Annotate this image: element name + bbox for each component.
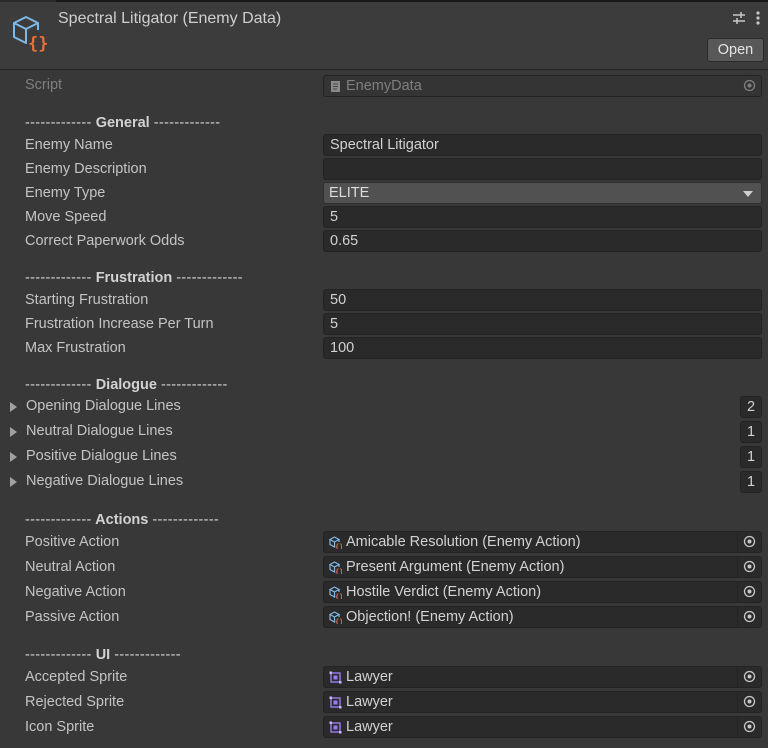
svg-text:{}: {} (335, 593, 342, 599)
section-actions-heading: ------------- Actions ------------- (25, 512, 220, 528)
opening-dialogue-count[interactable]: 2 (740, 396, 762, 418)
negative-action-label: Negative Action (25, 584, 126, 600)
starting-frustration-label: Starting Frustration (25, 292, 149, 308)
negative-dialogue-label[interactable]: Negative Dialogue Lines (26, 473, 183, 489)
object-picker-icon (743, 670, 756, 683)
neutral-dialogue-count[interactable]: 1 (740, 421, 762, 443)
passive-action-label: Passive Action (25, 609, 120, 625)
passive-action-value: Objection! (Enemy Action) (346, 609, 514, 625)
svg-text:{}: {} (335, 568, 342, 574)
positive-action-field[interactable]: {} Amicable Resolution (Enemy Action) (323, 531, 762, 553)
asset-title: Spectral Litigator (Enemy Data) (58, 10, 282, 27)
enemy-name-label: Enemy Name (25, 137, 113, 153)
svg-text:{}: {} (335, 618, 342, 624)
icon-sprite-label: Icon Sprite (25, 719, 95, 735)
script-picker (738, 76, 761, 96)
enemy-type-dropdown[interactable]: ELITE (323, 182, 762, 204)
positive-action-value: Amicable Resolution (Enemy Action) (346, 534, 581, 550)
open-button[interactable]: Open (707, 38, 764, 62)
enemy-name-field[interactable]: Spectral Litigator (323, 134, 762, 156)
rejected-sprite-label: Rejected Sprite (25, 694, 125, 710)
enemy-action-asset-icon: {} (329, 561, 342, 574)
opening-dialogue-label[interactable]: Opening Dialogue Lines (26, 398, 181, 414)
move-speed-field[interactable]: 5 (323, 206, 762, 228)
accepted-sprite-value: Lawyer (346, 669, 393, 685)
svg-text:{}: {} (28, 34, 48, 52)
expand-arrow-icon[interactable] (10, 477, 17, 487)
icon-sprite-value: Lawyer (346, 719, 393, 735)
enemy-type-value: ELITE (329, 185, 370, 201)
passive-action-field[interactable]: {} Objection! (Enemy Action) (323, 606, 762, 628)
enemy-action-asset-icon: {} (329, 536, 342, 549)
object-picker-button[interactable] (737, 582, 761, 602)
accepted-sprite-field[interactable]: Lawyer (323, 666, 762, 688)
section-general-heading: ------------- General ------------- (25, 115, 221, 131)
object-picker-icon (743, 585, 756, 598)
negative-action-field[interactable]: {} Hostile Verdict (Enemy Action) (323, 581, 762, 603)
positive-action-label: Positive Action (25, 534, 120, 550)
section-dialogue-heading: ------------- Dialogue ------------- (25, 377, 228, 393)
svg-text:{}: {} (335, 543, 342, 549)
neutral-action-field[interactable]: {} Present Argument (Enemy Action) (323, 556, 762, 578)
neutral-action-label: Neutral Action (25, 559, 116, 575)
object-picker-icon (743, 79, 756, 92)
kebab-menu-icon[interactable] (753, 10, 763, 26)
object-picker-button[interactable] (737, 667, 761, 687)
max-frustration-field[interactable]: 100 (323, 337, 762, 359)
section-frustration-heading: ------------- Frustration ------------- (25, 270, 243, 286)
neutral-dialogue-label[interactable]: Neutral Dialogue Lines (26, 423, 173, 439)
negative-dialogue-count[interactable]: 1 (740, 471, 762, 493)
script-value: EnemyData (346, 78, 422, 94)
enemy-description-field[interactable] (323, 158, 762, 180)
object-picker-button[interactable] (737, 557, 761, 577)
object-picker-icon (743, 720, 756, 733)
expand-arrow-icon[interactable] (10, 427, 17, 437)
enemy-description-label: Enemy Description (25, 161, 147, 177)
neutral-action-value: Present Argument (Enemy Action) (346, 559, 565, 575)
accepted-sprite-label: Accepted Sprite (25, 669, 128, 685)
object-picker-button[interactable] (737, 607, 761, 627)
paperwork-odds-label: Correct Paperwork Odds (25, 233, 185, 249)
positive-dialogue-label[interactable]: Positive Dialogue Lines (26, 448, 177, 464)
sprite-icon (329, 696, 342, 709)
section-ui-heading: ------------- UI ------------- (25, 647, 181, 663)
expand-arrow-icon[interactable] (10, 402, 17, 412)
object-picker-icon (743, 610, 756, 623)
positive-dialogue-count[interactable]: 1 (740, 446, 762, 468)
object-picker-icon (743, 535, 756, 548)
object-picker-icon (743, 560, 756, 573)
frustration-increase-field[interactable]: 5 (323, 313, 762, 335)
object-picker-icon (743, 695, 756, 708)
enemy-action-asset-icon: {} (329, 611, 342, 624)
script-file-icon (331, 81, 340, 92)
object-picker-button[interactable] (737, 692, 761, 712)
expand-arrow-icon[interactable] (10, 452, 17, 462)
enemy-type-label: Enemy Type (25, 185, 106, 201)
sprite-icon (329, 671, 342, 684)
inspector-header: {} Spectral Litigator (Enemy Data) Open (0, 2, 768, 70)
negative-action-value: Hostile Verdict (Enemy Action) (346, 584, 542, 600)
paperwork-odds-field[interactable]: 0.65 (323, 230, 762, 252)
enemy-action-asset-icon: {} (329, 586, 342, 599)
script-label: Script (25, 77, 63, 93)
move-speed-label: Move Speed (25, 209, 107, 225)
scriptable-object-icon: {} (13, 16, 48, 52)
frustration-increase-label: Frustration Increase Per Turn (25, 316, 214, 332)
object-picker-button[interactable] (737, 532, 761, 552)
max-frustration-label: Max Frustration (25, 340, 126, 356)
rejected-sprite-value: Lawyer (346, 694, 393, 710)
chevron-down-icon (743, 191, 753, 197)
settings-sliders-icon[interactable] (731, 10, 747, 26)
object-picker-button[interactable] (737, 717, 761, 737)
rejected-sprite-field[interactable]: Lawyer (323, 691, 762, 713)
icon-sprite-field[interactable]: Lawyer (323, 716, 762, 738)
script-field: EnemyData (323, 75, 762, 97)
sprite-icon (329, 721, 342, 734)
starting-frustration-field[interactable]: 50 (323, 289, 762, 311)
